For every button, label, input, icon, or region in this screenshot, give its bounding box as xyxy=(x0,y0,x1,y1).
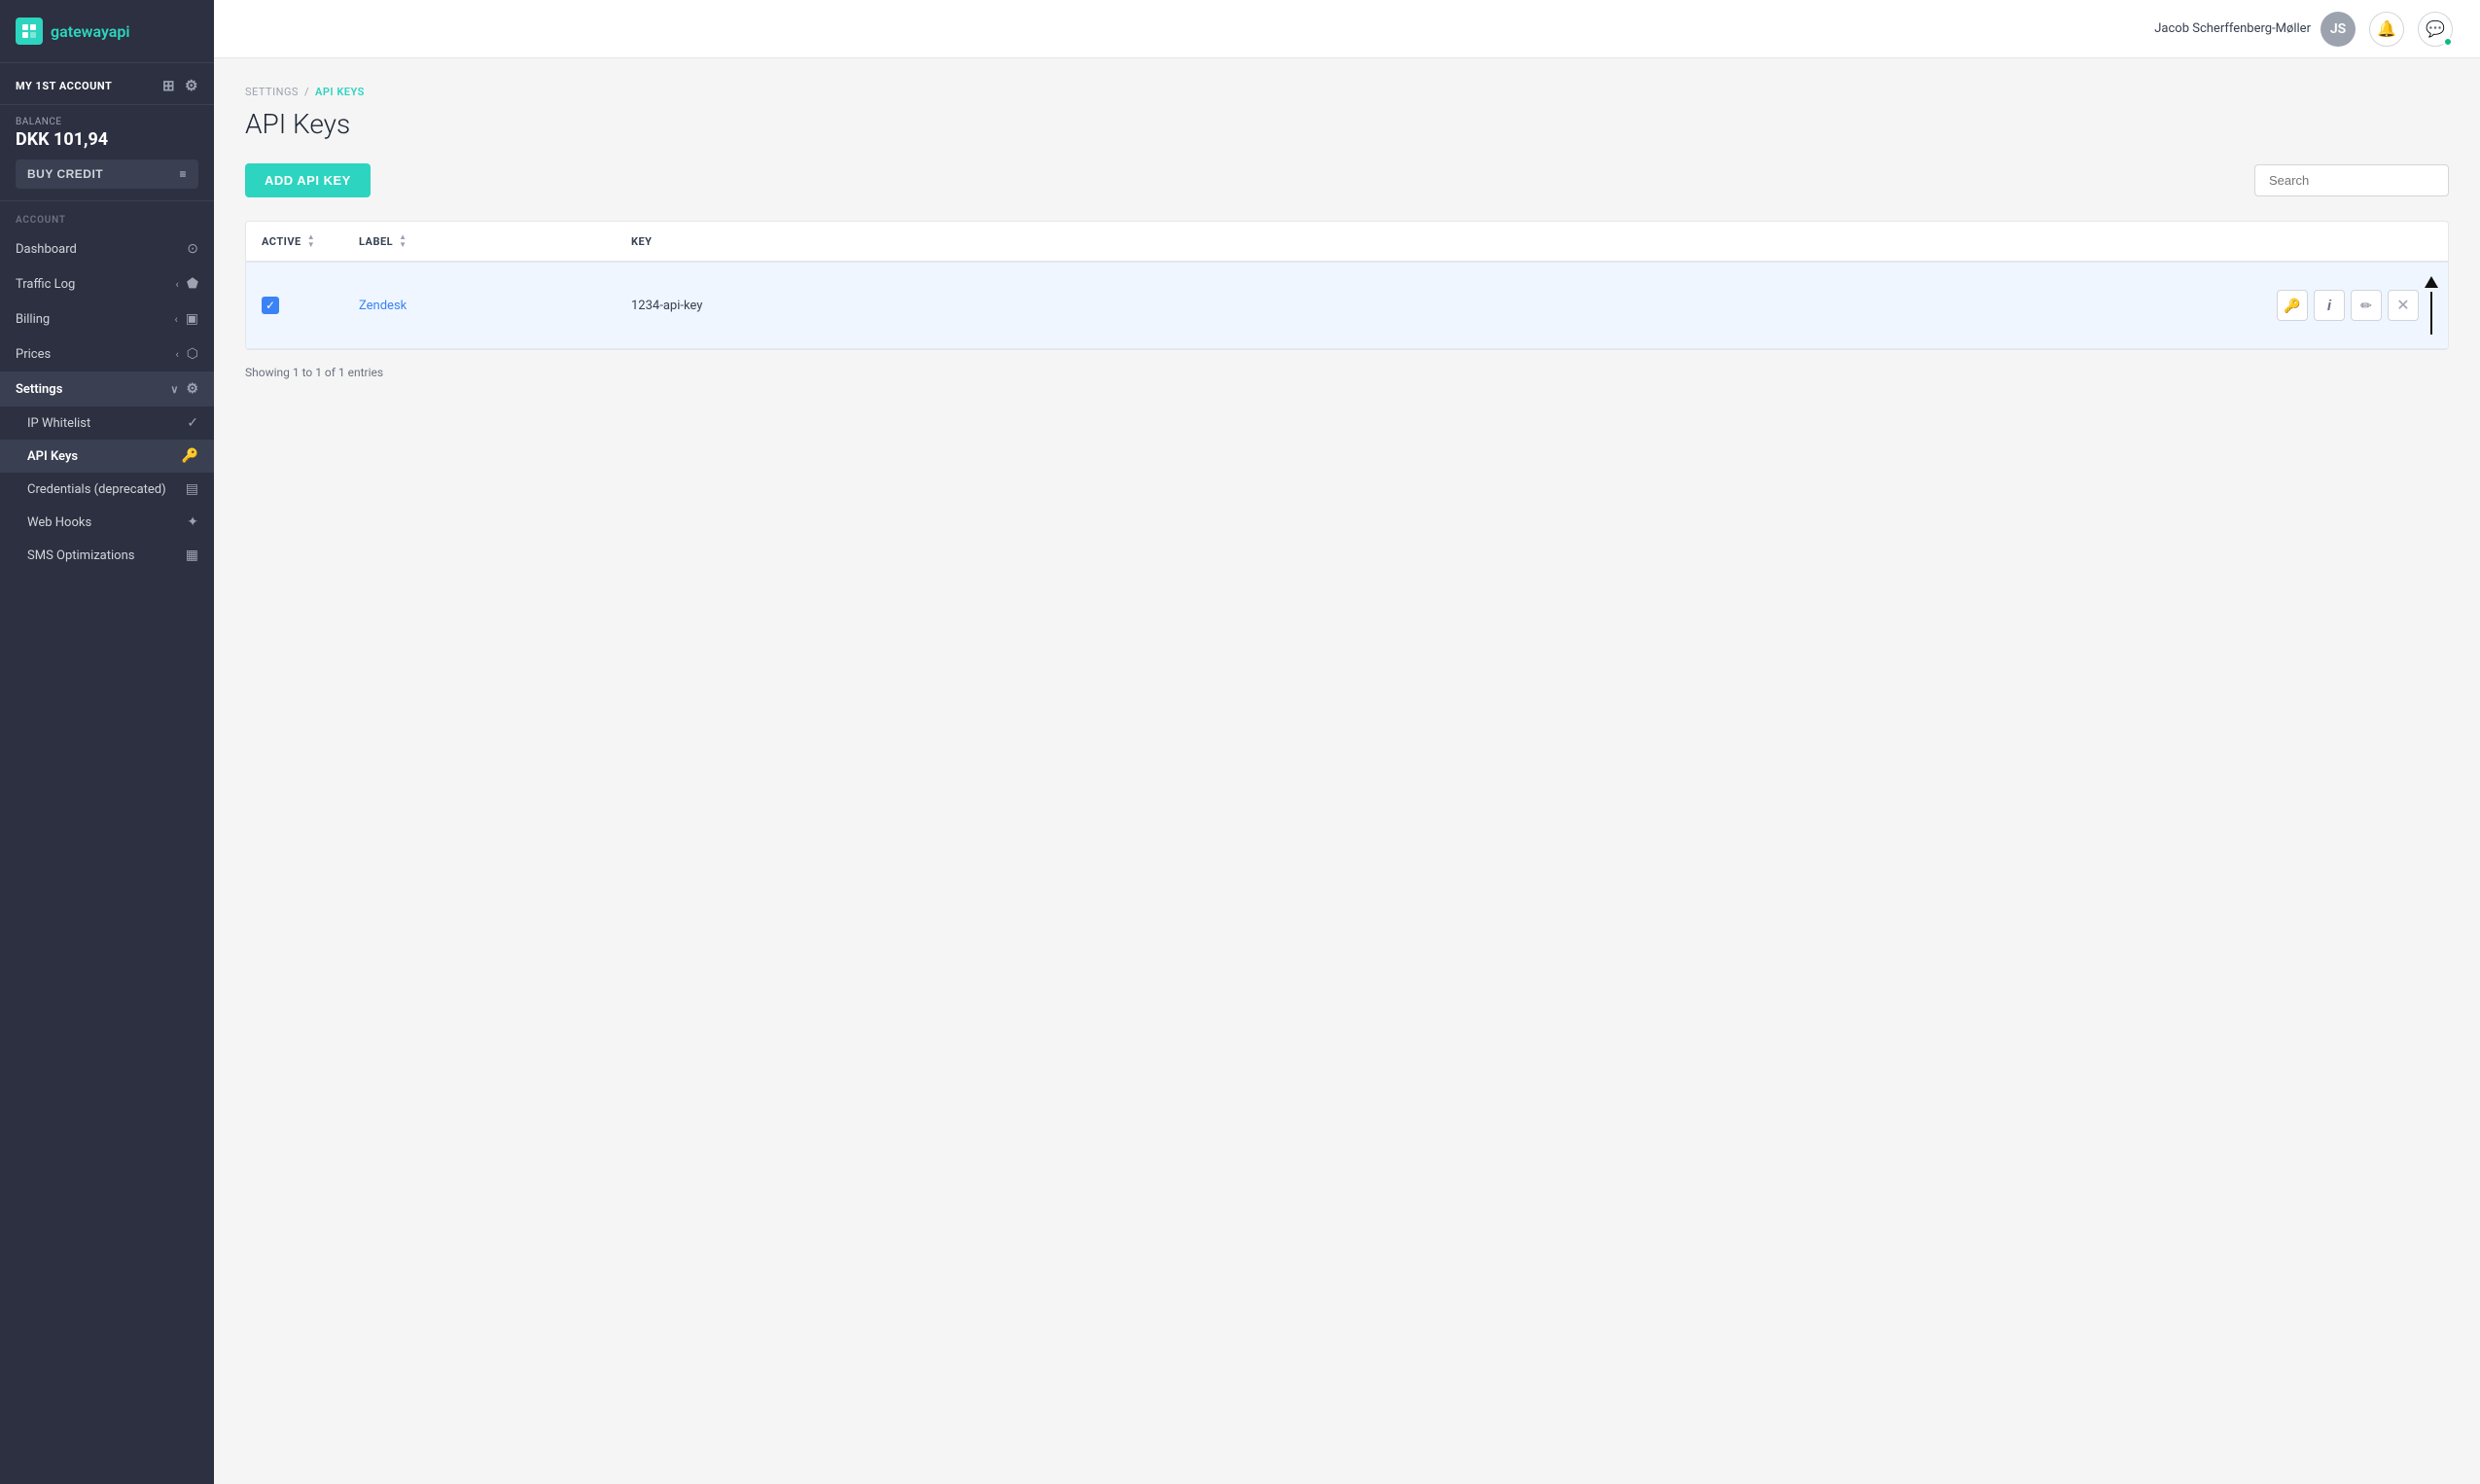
table-row: ✓ Zendesk 1234-api-key 🔑 i xyxy=(246,262,2448,349)
buy-credit-button[interactable]: BUY CREDIT ≡ xyxy=(16,159,198,189)
billing-icon: ▣ xyxy=(186,311,198,327)
table-header: ACTIVE ▲▼ LABEL ▲▼ KEY xyxy=(246,222,2448,262)
webhooks-icon: ✦ xyxy=(187,514,198,530)
sidebar-sub-label: Credentials (deprecated) xyxy=(27,482,166,497)
col-header-active[interactable]: ACTIVE ▲▼ xyxy=(246,222,343,262)
sidebar-item-settings[interactable]: Settings ∨ ⚙ xyxy=(0,371,214,406)
key-icon: 🔑 xyxy=(182,448,198,464)
logo-text: gatewayapi xyxy=(51,22,130,41)
account-section: MY 1ST ACCOUNT ⊞ ⚙ xyxy=(0,63,214,105)
sidebar-item-api-keys[interactable]: API Keys 🔑 xyxy=(0,440,214,473)
sidebar-item-label: Prices xyxy=(16,347,51,362)
chat-button[interactable]: 💬 xyxy=(2418,12,2453,47)
chevron-icon: ‹ xyxy=(176,278,179,291)
breadcrumb-current: API KEYS xyxy=(315,86,365,98)
traffic-icon: ⬟ xyxy=(187,276,198,292)
sidebar-item-label: Dashboard xyxy=(16,242,77,257)
sidebar-item-label: Settings xyxy=(16,382,62,397)
chevron-down-icon: ∨ xyxy=(170,383,178,396)
main-content: Jacob Scherffenberg-Møller JS 🔔 💬 SETTIN… xyxy=(214,0,2480,1484)
avatar: JS xyxy=(2321,12,2356,47)
search-input[interactable] xyxy=(2254,164,2449,196)
menu-icon: ≡ xyxy=(179,167,187,181)
edit-button[interactable]: ✏ xyxy=(2351,290,2382,321)
breadcrumb-parent: SETTINGS xyxy=(245,86,299,98)
header-user: Jacob Scherffenberg-Møller JS xyxy=(2154,12,2356,47)
cell-key: 1234-api-key 🔑 i ✏ ✕ xyxy=(616,263,2448,348)
sidebar-item-traffic-log[interactable]: Traffic Log ‹ ⬟ xyxy=(0,266,214,301)
nav-section-label: ACCOUNT xyxy=(0,201,214,231)
shield-icon: ✓ xyxy=(187,415,198,431)
api-keys-table-container: ACTIVE ▲▼ LABEL ▲▼ KEY xyxy=(245,221,2449,350)
sidebar-item-credentials[interactable]: Credentials (deprecated) ▤ xyxy=(0,473,214,506)
sidebar-item-dashboard[interactable]: Dashboard ⊙ xyxy=(0,231,214,266)
settings-icon: ⚙ xyxy=(186,381,198,397)
sidebar-item-ip-whitelist[interactable]: IP Whitelist ✓ xyxy=(0,406,214,440)
row-actions: 🔑 i ✏ ✕ xyxy=(2277,290,2419,321)
sort-arrows-active: ▲▼ xyxy=(307,233,315,249)
notifications-button[interactable]: 🔔 xyxy=(2369,12,2404,47)
add-api-key-button[interactable]: ADD API KEY xyxy=(245,163,371,197)
logo-icon xyxy=(16,18,43,45)
header: Jacob Scherffenberg-Møller JS 🔔 💬 xyxy=(214,0,2480,58)
sidebar-sub-label: Web Hooks xyxy=(27,515,91,530)
sidebar-sub-label: API Keys xyxy=(27,449,78,464)
active-checkbox[interactable]: ✓ xyxy=(262,297,279,314)
sidebar-sub-label: IP Whitelist xyxy=(27,416,90,431)
dashboard-icon: ⊙ xyxy=(187,241,198,257)
sms-icon: ▦ xyxy=(186,548,198,563)
prices-icon: ⬡ xyxy=(187,346,198,362)
cell-active: ✓ xyxy=(246,262,343,349)
chevron-icon: ‹ xyxy=(175,348,178,361)
entries-count: Showing 1 to 1 of 1 entries xyxy=(245,366,2449,379)
delete-button[interactable]: ✕ xyxy=(2388,290,2419,321)
credentials-icon: ▤ xyxy=(186,481,198,497)
balance-amount: DKK 101,94 xyxy=(16,129,198,150)
toolbar: ADD API KEY xyxy=(245,163,2449,197)
breadcrumb-separator: / xyxy=(304,86,309,98)
sidebar-item-label: Traffic Log xyxy=(16,277,75,292)
username-label: Jacob Scherffenberg-Møller xyxy=(2154,21,2311,36)
breadcrumb: SETTINGS / API KEYS xyxy=(245,86,2449,98)
sidebar-item-prices[interactable]: Prices ‹ ⬡ xyxy=(0,336,214,371)
balance-label: BALANCE xyxy=(16,117,198,127)
sidebar: gatewayapi MY 1ST ACCOUNT ⊞ ⚙ BALANCE DK… xyxy=(0,0,214,1484)
account-icons: ⊞ ⚙ xyxy=(162,77,198,94)
sidebar-item-web-hooks[interactable]: Web Hooks ✦ xyxy=(0,506,214,539)
cell-label: Zendesk xyxy=(343,262,616,349)
sidebar-item-label: Billing xyxy=(16,312,50,327)
api-key-label: Zendesk xyxy=(359,299,407,313)
table-body: ✓ Zendesk 1234-api-key 🔑 i xyxy=(246,262,2448,349)
chat-icon: 💬 xyxy=(2426,19,2445,39)
grid-icon[interactable]: ⊞ xyxy=(162,77,175,94)
sidebar-sub-label: SMS Optimizations xyxy=(27,548,134,563)
bell-icon: 🔔 xyxy=(2377,19,2396,39)
page-title: API Keys xyxy=(245,108,2449,140)
online-indicator xyxy=(2443,37,2453,47)
sidebar-item-sms-optimizations[interactable]: SMS Optimizations ▦ xyxy=(0,539,214,572)
sidebar-item-billing[interactable]: Billing ‹ ▣ xyxy=(0,301,214,336)
logo-area: gatewayapi xyxy=(0,0,214,63)
sort-arrows-label: ▲▼ xyxy=(399,233,407,249)
col-header-label[interactable]: LABEL ▲▼ xyxy=(343,222,616,262)
key-button[interactable]: 🔑 xyxy=(2277,290,2308,321)
api-key-value: 1234-api-key xyxy=(631,299,702,313)
info-button[interactable]: i xyxy=(2314,290,2345,321)
col-header-key: KEY xyxy=(616,222,2448,262)
content-area: SETTINGS / API KEYS API Keys ADD API KEY… xyxy=(214,58,2480,1484)
chevron-icon: ‹ xyxy=(174,313,177,326)
api-keys-table: ACTIVE ▲▼ LABEL ▲▼ KEY xyxy=(246,222,2448,349)
sliders-icon[interactable]: ⚙ xyxy=(185,77,198,94)
account-name: MY 1ST ACCOUNT ⊞ ⚙ xyxy=(16,77,198,94)
balance-section: BALANCE DKK 101,94 BUY CREDIT ≡ xyxy=(0,105,214,201)
